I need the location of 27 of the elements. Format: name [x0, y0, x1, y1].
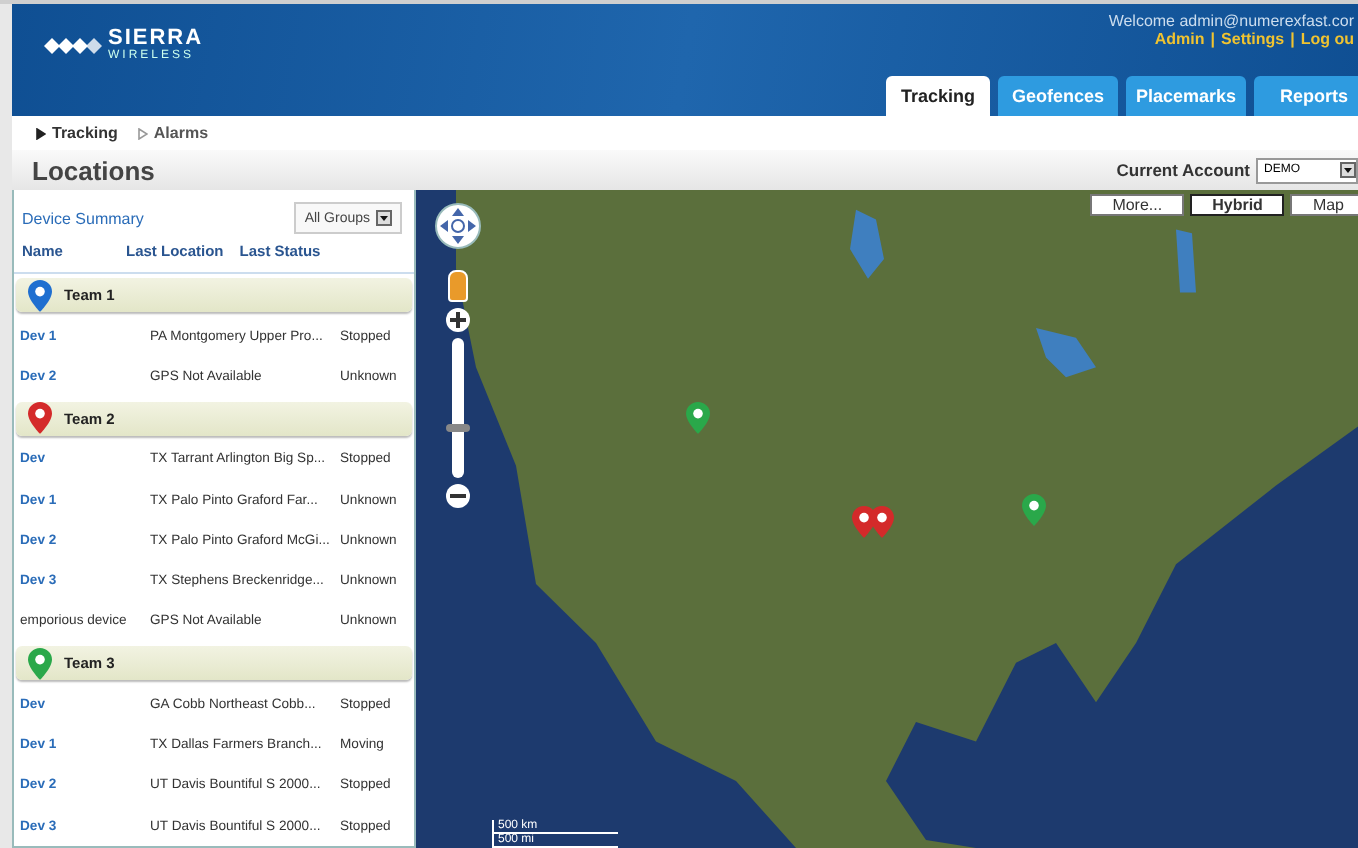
- logo-icon: [44, 32, 104, 60]
- dropdown-arrow-icon: [1340, 162, 1356, 178]
- header-link[interactable]: Settings: [1221, 30, 1285, 48]
- link-separator: |: [1210, 30, 1216, 48]
- slider-thumb[interactable]: [446, 423, 470, 432]
- zoom-slider[interactable]: [452, 338, 464, 478]
- link-separator: |: [1290, 30, 1295, 48]
- welcome-text: Welcome admin@numerexfast.cor: [1108, 10, 1356, 30]
- account-label: Current Account: [1116, 160, 1250, 180]
- breadcrumb-link[interactable]: Tracking: [52, 124, 118, 142]
- plus-icon: [448, 310, 468, 330]
- nav-tab[interactable]: Geofences: [998, 76, 1118, 116]
- map-type-button[interactable]: More...: [1090, 194, 1185, 216]
- nav-tab[interactable]: Tracking: [886, 76, 990, 116]
- pegman-icon[interactable]: [448, 270, 468, 302]
- page-title: Locations: [32, 155, 155, 185]
- pan-control[interactable]: [434, 202, 482, 250]
- header-link[interactable]: Log ou: [1300, 30, 1354, 48]
- breadcrumb-link[interactable]: Alarms: [153, 124, 209, 142]
- nav-tab[interactable]: Reports: [1254, 76, 1358, 116]
- header-link[interactable]: Admin: [1154, 30, 1205, 48]
- logo-text: SIERRA: [108, 28, 204, 50]
- map-type-button[interactable]: Hybrid: [1190, 194, 1285, 216]
- map-type-button[interactable]: Map: [1290, 194, 1358, 216]
- device-summary-link[interactable]: Device Summary: [22, 209, 144, 227]
- dropdown-arrow-icon: [376, 210, 392, 226]
- nav-tab[interactable]: Placemarks: [1126, 76, 1246, 116]
